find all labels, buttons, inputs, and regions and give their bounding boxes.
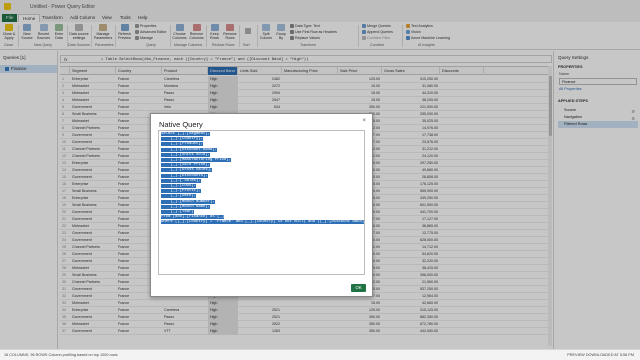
sql-line: where ([_].[Country] = 'France' and [_].… xyxy=(161,220,364,225)
sql-line: [_].[Country], xyxy=(161,137,204,142)
ok-button[interactable]: OK xyxy=(351,284,366,292)
sql-line: [_].[Units Sold], xyxy=(161,152,211,157)
status-bar: 16 COLUMNS, 96 ROWS Column profiling bas… xyxy=(0,349,640,360)
sql-line: [_].[ Sales], xyxy=(161,178,201,183)
sql-line: [_].[Date], xyxy=(161,194,197,199)
sql-line: [_].[COGS], xyxy=(161,184,197,189)
status-right: PREVIEW DOWNLOADED AT 5:58 PM xyxy=(567,353,634,357)
sql-line: [_].[Profit], xyxy=(161,189,201,194)
dialog-title: Native Query xyxy=(159,120,203,129)
sql-line: select [_].[Segment], xyxy=(161,132,211,136)
native-query-dialog: Native Query × select [_].[Segment], [_]… xyxy=(150,113,373,297)
sql-line: [_].[Month Number], xyxy=(161,199,215,204)
status-left: 16 COLUMNS, 96 ROWS Column profiling bas… xyxy=(4,353,118,357)
sql-line: [_].[Manufacturing Price], xyxy=(161,158,232,163)
sql-line: [_].[Product], xyxy=(161,142,204,147)
native-query-textbox[interactable]: select [_].[Segment], [_].[Country], [_]… xyxy=(158,130,365,275)
sql-line: [_].[Discount Band], xyxy=(161,147,218,152)
sql-line: [_].[Month Name], xyxy=(161,204,211,209)
sql-line: [_].[Gross Sales], xyxy=(161,168,213,173)
sql-line: from [dbo].[Finance] as [_] xyxy=(161,215,225,220)
sql-line: [_].[Discounts], xyxy=(161,173,208,178)
sql-line: [_].[Year] xyxy=(161,210,194,215)
close-icon[interactable]: × xyxy=(362,118,366,124)
sql-line: [_].[Sale Price], xyxy=(161,163,211,168)
native-query-text[interactable]: select [_].[Segment], [_].[Country], [_]… xyxy=(159,131,364,227)
